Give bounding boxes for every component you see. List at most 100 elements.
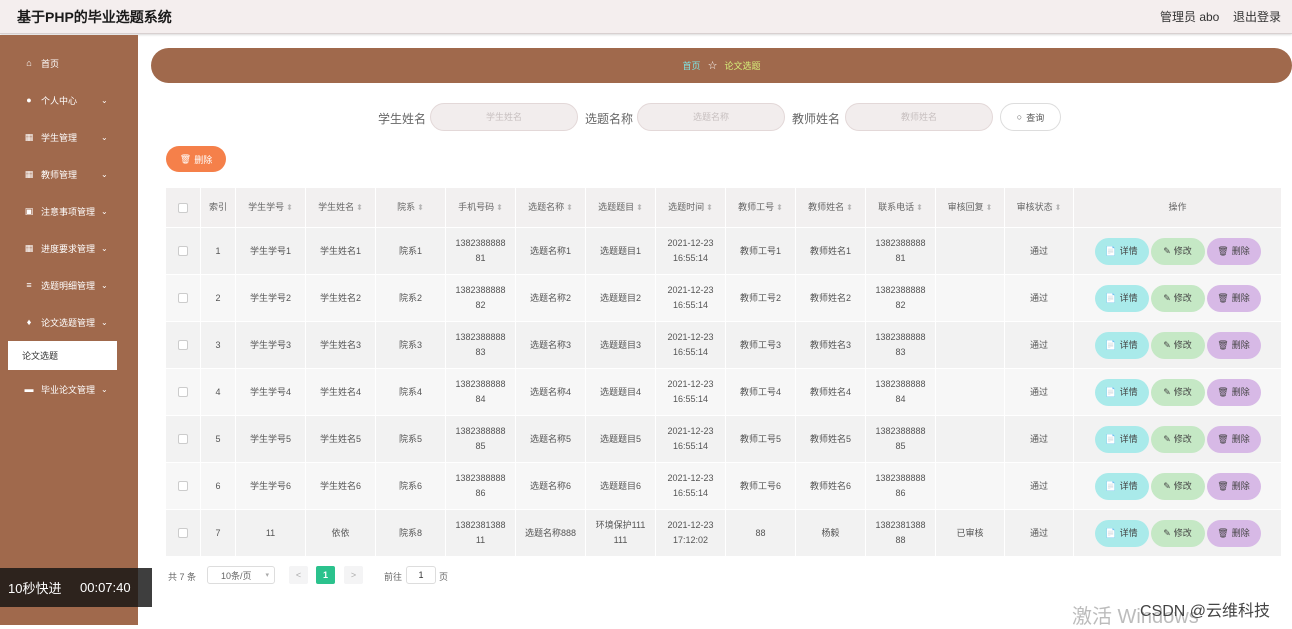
delete-button[interactable]: 🗑 删除	[1206, 237, 1261, 265]
batch-delete-button[interactable]: 🗑 删除	[166, 146, 226, 172]
column-header[interactable]: 学生学号 ⬍	[235, 187, 306, 228]
column-header[interactable]: 选题名称 ⬍	[515, 187, 586, 228]
detail-button[interactable]: 📄 详情	[1094, 378, 1149, 406]
column-header[interactable]: 院系 ⬍	[375, 187, 446, 228]
column-header[interactable]: 索引	[200, 187, 236, 228]
row-checkbox[interactable]	[178, 340, 188, 351]
trash-icon: 🗑	[1217, 527, 1229, 538]
detail-button[interactable]: 📄 详情	[1094, 519, 1149, 547]
edit-button[interactable]: ✎ 修改	[1150, 472, 1205, 500]
edit-button[interactable]: ✎ 修改	[1150, 519, 1205, 547]
edit-button[interactable]: ✎ 修改	[1150, 284, 1205, 312]
sort-icon[interactable]: ⬍	[706, 203, 713, 212]
detail-button[interactable]: 📄 详情	[1094, 425, 1149, 453]
edit-button[interactable]: ✎ 修改	[1150, 378, 1205, 406]
sort-icon[interactable]: ⬍	[986, 203, 993, 212]
cell-line: 1382388888	[875, 238, 926, 248]
goto-page-input[interactable]	[406, 566, 436, 584]
cell-tname: 教师姓名1	[795, 227, 866, 275]
delete-button[interactable]: 🗑 删除	[1206, 472, 1261, 500]
cell-idx: 1	[200, 227, 236, 275]
sidebar-subitem-topics[interactable]: 论文选题	[8, 341, 117, 370]
sort-icon[interactable]: ⬍	[496, 203, 503, 212]
column-header[interactable]: 审核状态 ⬍	[1004, 187, 1074, 228]
sidebar-item-7[interactable]: ♦ 论文选题管理 ⌄	[0, 308, 138, 336]
topic-name-input[interactable]	[637, 103, 785, 131]
delete-button[interactable]: 🗑 删除	[1206, 425, 1261, 453]
detail-button[interactable]: 📄 详情	[1094, 237, 1149, 265]
sidebar-item-4[interactable]: ▣ 注意事项管理 ⌄	[0, 197, 138, 225]
sidebar-item-0[interactable]: ⌂ 首页	[0, 49, 138, 77]
prev-page-button[interactable]: <	[289, 566, 308, 584]
column-header[interactable]: 教师工号 ⬍	[725, 187, 796, 228]
logout-link[interactable]: 退出登录	[1233, 8, 1281, 25]
sidebar-item-3[interactable]: ▦ 教师管理 ⌄	[0, 160, 138, 188]
edit-button[interactable]: ✎ 修改	[1150, 237, 1205, 265]
cell-phone: 1382388888 83	[445, 321, 516, 369]
column-header[interactable]: 教师姓名 ⬍	[795, 187, 866, 228]
delete-button[interactable]: 🗑 删除	[1206, 331, 1261, 359]
delete-button[interactable]: 🗑 删除	[1206, 378, 1261, 406]
sort-icon[interactable]: ⬍	[1055, 203, 1062, 212]
sidebar-item-6[interactable]: ≡ 选题明细管理 ⌄	[0, 271, 138, 299]
sidebar-item-label: 注意事项管理	[41, 206, 96, 217]
sort-icon[interactable]: ⬍	[286, 203, 293, 212]
cell-line: 2021-12-23	[667, 238, 714, 248]
detail-button-label: 详情	[1119, 527, 1138, 538]
column-header[interactable]: 选题时间 ⬍	[655, 187, 726, 228]
row-checkbox[interactable]	[178, 387, 188, 398]
row-checkbox[interactable]	[178, 528, 188, 539]
column-header[interactable]: 选题题目 ⬍	[585, 187, 656, 228]
edit-button-label: 修改	[1173, 527, 1192, 538]
table-header-row: 索引 学生学号 ⬍ 学生姓名 ⬍ 院系 ⬍ 手机号码 ⬍ 选题名称 ⬍ 选题题目 ⬍ 选题时间 ⬍ 教师工号 ⬍…	[165, 187, 1282, 228]
sidebar-item-1[interactable]: ● 个人中心 ⌄	[0, 86, 138, 114]
cell-status: 通过	[1004, 227, 1074, 275]
sort-icon[interactable]: ⬍	[636, 203, 643, 212]
detail-button[interactable]: 📄 详情	[1094, 284, 1149, 312]
column-header[interactable]: 学生姓名 ⬍	[305, 187, 376, 228]
sidebar-item-8[interactable]: ▬ 毕业论文管理 ⌄	[0, 375, 138, 403]
row-checkbox[interactable]	[178, 293, 188, 304]
table-row: 6 学生学号6 学生姓名6 院系6 1382388888 86 选题名称6 选题题目6 2021…	[165, 462, 1282, 510]
video-skip-label[interactable]: 10秒快进	[8, 578, 61, 597]
detail-button[interactable]: 📄 详情	[1094, 331, 1149, 359]
cell-topic: 选题名称2	[515, 274, 586, 322]
sort-icon[interactable]: ⬍	[356, 203, 363, 212]
trophy-icon: ♦	[26, 317, 32, 327]
sort-icon[interactable]: ⬍	[916, 203, 923, 212]
cell-line: 环境保护111	[595, 520, 646, 530]
edit-button[interactable]: ✎ 修改	[1150, 425, 1205, 453]
row-checkbox[interactable]	[178, 481, 188, 492]
column-header[interactable]: 手机号码 ⬍	[445, 187, 516, 228]
student-name-input[interactable]	[430, 103, 578, 131]
sort-icon[interactable]: ⬍	[846, 203, 853, 212]
cell-line: 1382388888	[875, 379, 926, 389]
page-size-select[interactable]: 10条/页 ▾	[207, 566, 275, 584]
cell-line: 85	[895, 441, 906, 451]
sort-icon[interactable]: ⬍	[776, 203, 783, 212]
sidebar-item-2[interactable]: ▦ 学生管理 ⌄	[0, 123, 138, 151]
column-header[interactable]: 联系电话 ⬍	[865, 187, 936, 228]
search-button[interactable]: ○ 查询	[1000, 103, 1061, 131]
row-checkbox[interactable]	[178, 246, 188, 257]
sort-icon[interactable]: ⬍	[417, 203, 424, 212]
breadcrumb-home[interactable]: 首页	[683, 59, 701, 72]
select-all-checkbox[interactable]	[178, 202, 188, 213]
row-checkbox[interactable]	[178, 434, 188, 445]
column-header-label: 选题时间	[668, 202, 705, 212]
sidebar-item-5[interactable]: ▦ 进度要求管理 ⌄	[0, 234, 138, 262]
chevron-down-icon: ⌄	[101, 384, 108, 394]
cell-reply	[935, 368, 1005, 416]
sort-icon[interactable]: ⬍	[566, 203, 573, 212]
next-page-button[interactable]: >	[344, 566, 363, 584]
page-number-current[interactable]: 1	[316, 566, 335, 584]
delete-button[interactable]: 🗑 删除	[1206, 284, 1261, 312]
edit-button[interactable]: ✎ 修改	[1150, 331, 1205, 359]
teacher-name-input[interactable]	[845, 103, 993, 131]
column-header[interactable]: 审核回复 ⬍	[935, 187, 1005, 228]
delete-button[interactable]: 🗑 删除	[1206, 519, 1261, 547]
cell-dept: 院系6	[375, 462, 446, 510]
detail-button[interactable]: 📄 详情	[1094, 472, 1149, 500]
cell-line: 81	[895, 253, 906, 263]
cell-line: 11	[475, 535, 486, 545]
